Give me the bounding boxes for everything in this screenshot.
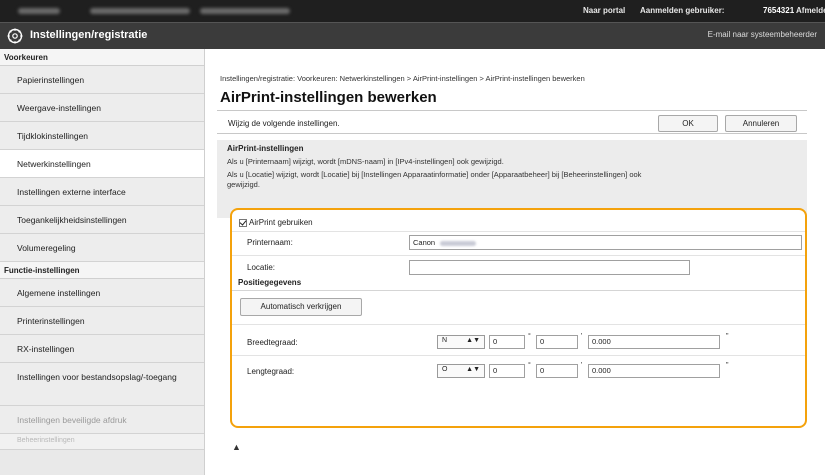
sidebar: Voorkeuren Papierinstellingen Weergave-i… bbox=[0, 49, 205, 475]
sidebar-item-timer[interactable]: Tijdklokinstellingen bbox=[0, 122, 204, 150]
sidebar-item-rx[interactable]: RX-instellingen bbox=[0, 335, 204, 363]
sidebar-item-secure-print[interactable]: Instellingen beveiligde afdruk bbox=[0, 406, 204, 434]
latitude-label: Breedtegraad: bbox=[247, 338, 298, 347]
degree-unit: ° bbox=[528, 362, 531, 369]
note-printer-name: Als u [Printernaam] wijzigt, wordt [mDNS… bbox=[227, 157, 504, 166]
portal-link[interactable]: Naar portal bbox=[583, 6, 625, 15]
latitude-direction-value: N bbox=[442, 337, 448, 344]
back-to-top-icon[interactable]: ▲ bbox=[232, 442, 241, 452]
longitude-direction-select[interactable]: O ▲▼ bbox=[437, 364, 485, 378]
user-id: 7654321 bbox=[763, 6, 795, 15]
page-title: AirPrint-instellingen bewerken bbox=[220, 89, 437, 106]
redacted-text bbox=[200, 8, 290, 14]
latitude-degrees-input[interactable]: 0 bbox=[489, 335, 525, 349]
redacted-text bbox=[90, 8, 190, 14]
sidebar-group-function: Functie-instellingen bbox=[0, 262, 204, 279]
note-location: Als u [Locatie] wijzigt, wordt [Locatie]… bbox=[227, 170, 642, 179]
dropdown-arrow-icon: ▲▼ bbox=[466, 366, 480, 373]
sidebar-item-volume[interactable]: Volumeregeling bbox=[0, 234, 204, 262]
instruction-bar: Wijzig de volgende instellingen. OK Annu… bbox=[217, 110, 807, 134]
longitude-degrees-input[interactable]: 0 bbox=[489, 364, 525, 378]
highlight-box: AirPrint gebruiken Printernaam: Canon Lo… bbox=[230, 208, 807, 428]
sidebar-item-display[interactable]: Weergave-instellingen bbox=[0, 94, 204, 122]
divider bbox=[232, 324, 805, 325]
latitude-direction-select[interactable]: N ▲▼ bbox=[437, 335, 485, 349]
dropdown-arrow-icon: ▲▼ bbox=[466, 337, 480, 344]
sidebar-item-external-interface[interactable]: Instellingen externe interface bbox=[0, 178, 204, 206]
divider bbox=[232, 255, 805, 256]
redacted-text bbox=[18, 8, 60, 14]
printer-name-value: Canon bbox=[413, 238, 436, 247]
instruction-text: Wijzig de volgende instellingen. bbox=[228, 119, 340, 128]
ok-button[interactable]: OK bbox=[658, 115, 718, 132]
printer-name-label: Printernaam: bbox=[247, 238, 293, 247]
cancel-button[interactable]: Annuleren bbox=[725, 115, 797, 132]
use-airprint-checkbox[interactable] bbox=[239, 218, 247, 227]
note-location-cont: gewijzigd. bbox=[227, 180, 260, 189]
second-unit: " bbox=[726, 333, 729, 340]
sidebar-group-preferences: Voorkeuren bbox=[0, 49, 204, 66]
use-airprint-label: AirPrint gebruiken bbox=[249, 218, 313, 227]
divider bbox=[232, 355, 805, 356]
sidebar-item-network[interactable]: Netwerkinstellingen bbox=[0, 150, 204, 178]
sidebar-item-accessibility[interactable]: Toegankelijkheidsinstellingen bbox=[0, 206, 204, 234]
redacted-text bbox=[440, 240, 477, 246]
user-label: Aanmelden gebruiker: bbox=[640, 6, 725, 15]
divider bbox=[232, 290, 805, 291]
minute-unit: ' bbox=[581, 362, 583, 369]
sidebar-item-printer[interactable]: Printerinstellingen bbox=[0, 307, 204, 335]
airprint-settings-section: AirPrint-instellingen Als u [Printernaam… bbox=[217, 140, 807, 218]
sidebar-item-file-storage[interactable]: Instellingen voor bestandsopslag/-toegan… bbox=[0, 363, 204, 406]
settings-gear-icon bbox=[7, 28, 23, 44]
title-bar: Instellingen/registratie E-mail naar sys… bbox=[0, 22, 825, 49]
longitude-label: Lengtegraad: bbox=[247, 367, 295, 376]
degree-unit: ° bbox=[528, 333, 531, 340]
longitude-minutes-input[interactable]: 0 bbox=[536, 364, 578, 378]
location-input[interactable] bbox=[409, 260, 690, 275]
sidebar-item-management[interactable]: Beheerinstellingen bbox=[0, 434, 204, 450]
latitude-minutes-input[interactable]: 0 bbox=[536, 335, 578, 349]
logout-link[interactable]: Afmelden bbox=[796, 6, 825, 15]
second-unit: " bbox=[726, 362, 729, 369]
auto-obtain-button[interactable]: Automatisch verkrijgen bbox=[240, 298, 362, 316]
longitude-seconds-input[interactable]: 0.000 bbox=[588, 364, 720, 378]
longitude-direction-value: O bbox=[442, 366, 448, 373]
position-info-title: Positiegegevens bbox=[238, 278, 302, 287]
section-title: AirPrint-instellingen bbox=[227, 144, 304, 153]
top-bar: Naar portal Aanmelden gebruiker: 7654321… bbox=[0, 0, 825, 22]
app-title: Instellingen/registratie bbox=[30, 29, 148, 41]
location-label: Locatie: bbox=[247, 263, 276, 272]
sidebar-item-paper[interactable]: Papierinstellingen bbox=[0, 66, 204, 94]
use-airprint-row[interactable]: AirPrint gebruiken bbox=[239, 218, 313, 227]
mail-admin-link[interactable]: E-mail naar systeembeheerder bbox=[708, 30, 817, 39]
divider bbox=[232, 231, 805, 232]
latitude-seconds-input[interactable]: 0.000 bbox=[588, 335, 720, 349]
breadcrumb: Instellingen/registratie: Voorkeuren: Ne… bbox=[220, 74, 585, 83]
printer-name-input[interactable]: Canon bbox=[409, 235, 802, 250]
minute-unit: ' bbox=[581, 333, 583, 340]
sidebar-item-general[interactable]: Algemene instellingen bbox=[0, 279, 204, 307]
